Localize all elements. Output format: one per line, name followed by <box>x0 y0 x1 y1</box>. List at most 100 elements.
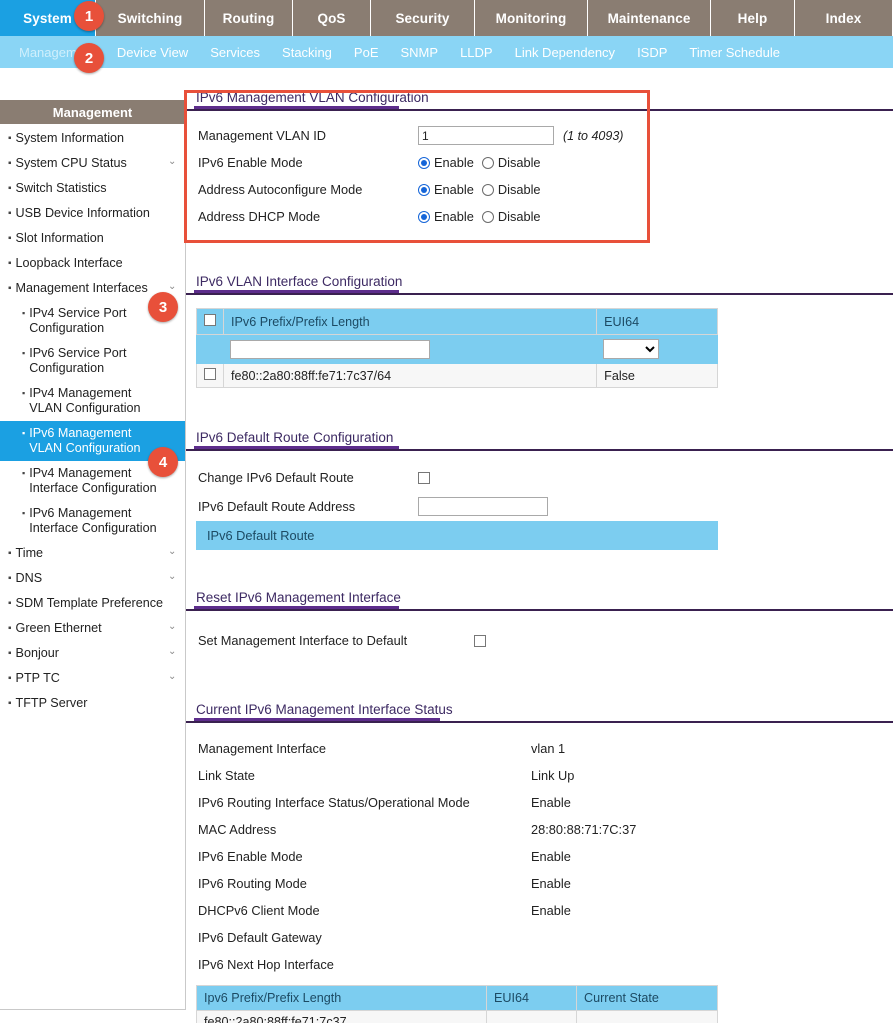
sidebar-item-green-ethernet[interactable]: ▪ Green Ethernet ⌄ <box>0 616 185 641</box>
chevron-down-icon[interactable]: ⌄ <box>168 547 177 557</box>
address-dhcp-mode-enable-radio[interactable]: Enable <box>418 209 474 224</box>
sidebar-item-system-cpu-status[interactable]: ▪ System CPU Status ⌄ <box>0 151 185 176</box>
sidebar-item-ipv4-management-vlan-configuration[interactable]: ▪ IPv4 Management VLAN Configuration <box>0 381 185 421</box>
section-ipv6-vlan-interface-config: IPv6 VLAN Interface Configuration IPv6 P… <box>186 274 893 388</box>
bullet-icon: ▪ <box>8 648 12 659</box>
chevron-down-icon[interactable]: ⌄ <box>168 282 177 292</box>
status-row: IPv6 Default Gateway <box>186 924 893 951</box>
ipv6-enable-mode-enable-radio[interactable]: Enable <box>418 155 474 170</box>
address-autoconfigure-disable-radio[interactable]: Disable <box>481 182 541 197</box>
status-row: MAC Address 28:80:88:71:7C:37 <box>186 816 893 843</box>
bullet-icon: ▪ <box>8 283 12 294</box>
subnav-item-poe[interactable]: PoE <box>343 45 390 60</box>
address-autoconfigure-enable-radio[interactable]: Enable <box>418 182 474 197</box>
sidebar-item-label: IPv6 Management VLAN Configuration <box>29 426 141 455</box>
status-row-value: Link Up <box>531 768 575 783</box>
status-row-value: 28:80:88:71:7C:37 <box>531 822 637 837</box>
management-vlan-id-input[interactable] <box>418 126 554 145</box>
nav-tab-index[interactable]: Index <box>795 0 893 36</box>
sidebar-item-label: Green Ethernet <box>15 621 102 635</box>
subnav-item-device-view[interactable]: Device View <box>106 45 199 60</box>
subnav-item-isdp[interactable]: ISDP <box>626 45 678 60</box>
sidebar-item-sdm-template-preference[interactable]: ▪ SDM Template Preference <box>0 591 185 616</box>
bullet-icon: ▪ <box>22 508 26 518</box>
status-row: IPv6 Enable Mode Enable <box>186 843 893 870</box>
nav-tab-label: Help <box>737 10 768 26</box>
radio-dot-icon <box>418 156 430 169</box>
field-label: Address Autoconfigure Mode <box>198 182 363 197</box>
sidebar-item-system-information[interactable]: ▪ System Information <box>0 126 185 151</box>
set-management-interface-default-checkbox[interactable] <box>474 634 486 647</box>
sidebar-item-label: Loopback Interface <box>15 256 123 270</box>
nav-tab-routing[interactable]: Routing <box>205 0 293 36</box>
column-header-eui64: EUI64 <box>486 985 577 1011</box>
sidebar-item-bonjour[interactable]: ▪ Bonjour ⌄ <box>0 641 185 666</box>
chevron-down-icon[interactable]: ⌄ <box>168 572 177 582</box>
field-address-autoconfigure-mode: Address Autoconfigure Mode Enable Disabl… <box>186 176 893 203</box>
address-dhcp-mode-radio-group: Enable Disable <box>418 209 549 224</box>
status-row-value: Enable <box>531 795 571 810</box>
bullet-icon: ▪ <box>22 308 26 318</box>
nav-tab-qos[interactable]: QoS <box>293 0 371 36</box>
change-ipv6-default-route-checkbox[interactable] <box>418 471 430 484</box>
subnav-item-services[interactable]: Services <box>199 45 271 60</box>
select-all-checkbox[interactable] <box>204 314 216 326</box>
sidebar-item-dns[interactable]: ▪ DNS ⌄ <box>0 566 185 591</box>
subnav-item-timer-schedule[interactable]: Timer Schedule <box>678 45 791 60</box>
step-badge-2: 2 <box>74 43 104 73</box>
sidebar-item-ipv6-management-interface-configuration[interactable]: ▪ IPv6 Management Interface Configuration <box>0 501 185 541</box>
chevron-down-icon[interactable]: ⌄ <box>168 647 177 657</box>
chevron-down-icon[interactable]: ⌄ <box>168 157 177 167</box>
section-title: Current IPv6 Management Interface Status <box>186 702 893 721</box>
sidebar-item-label: Switch Statistics <box>15 181 107 195</box>
sidebar-item-ptp-tc[interactable]: ▪ PTP TC ⌄ <box>0 666 185 691</box>
filter-spacer-cell <box>196 334 224 364</box>
table-row[interactable]: fe80::2a80:88ff:fe71:7c37/64 False <box>196 363 718 388</box>
sidebar-item-usb-device-information[interactable]: ▪ USB Device Information <box>0 201 185 226</box>
row-select-checkbox[interactable] <box>204 368 216 380</box>
subnav-item-link-dependency[interactable]: Link Dependency <box>504 45 626 60</box>
bullet-icon: ▪ <box>8 573 12 584</box>
nav-tab-security[interactable]: Security <box>371 0 475 36</box>
nav-tab-monitoring[interactable]: Monitoring <box>475 0 588 36</box>
page-root: System Switching Routing QoS Security Monitor… <box>0 0 893 1023</box>
radio-label: Disable <box>497 182 541 197</box>
ipv6-default-route-address-input[interactable] <box>418 496 548 516</box>
chevron-down-icon[interactable]: ⌄ <box>168 622 177 632</box>
current-ipv6-prefix-table: Ipv6 Prefix/Prefix Length EUI64 Current … <box>196 985 718 1023</box>
status-row-label: IPv6 Routing Mode <box>198 876 307 891</box>
sidebar-header: Management <box>0 100 185 124</box>
ipv6-enable-mode-disable-radio[interactable]: Disable <box>481 155 541 170</box>
sidebar-item-slot-information[interactable]: ▪ Slot Information <box>0 226 185 251</box>
bullet-icon: ▪ <box>8 548 12 559</box>
sidebar-item-switch-statistics[interactable]: ▪ Switch Statistics <box>0 176 185 201</box>
address-dhcp-mode-disable-radio[interactable]: Disable <box>481 209 541 224</box>
sidebar-item-ipv6-service-port-configuration[interactable]: ▪ IPv6 Service Port Configuration <box>0 341 185 381</box>
section-title: IPv6 VLAN Interface Configuration <box>186 274 893 293</box>
sidebar-item-label: IPv6 Management Interface Configuration <box>29 506 157 535</box>
sidebar-item-time[interactable]: ▪ Time ⌄ <box>0 541 185 566</box>
sidebar-item-tftp-server[interactable]: ▪ TFTP Server <box>0 691 185 716</box>
filter-prefix-input[interactable] <box>230 339 430 359</box>
sidebar-item-loopback-interface[interactable]: ▪ Loopback Interface <box>0 251 185 276</box>
ipv6-vlan-interface-table: IPv6 Prefix/Prefix Length EUI64 TrueFals… <box>196 308 718 388</box>
chevron-down-icon[interactable]: ⌄ <box>168 672 177 682</box>
subnav-item-snmp[interactable]: SNMP <box>390 45 450 60</box>
field-label: Management VLAN ID <box>198 128 327 143</box>
field-label: Set Management Interface to Default <box>198 633 408 648</box>
sidebar-item-label: IPv4 Service Port Configuration <box>29 306 127 335</box>
cell-eui64: False <box>596 363 718 388</box>
bullet-icon: ▪ <box>8 233 12 244</box>
nav-tab-label: Maintenance <box>607 10 691 26</box>
section-title-text: IPv6 Default Route Configuration <box>196 430 394 445</box>
sidebar-item-label: Slot Information <box>15 231 104 245</box>
nav-tab-maintenance[interactable]: Maintenance <box>588 0 711 36</box>
filter-eui64-select[interactable]: TrueFalse <box>603 339 660 359</box>
field-label: Change IPv6 Default Route <box>198 470 354 485</box>
nav-tab-help[interactable]: Help <box>711 0 795 36</box>
subnav-item-stacking[interactable]: Stacking <box>271 45 343 60</box>
table-filter-row: TrueFalse <box>196 334 718 364</box>
subnav-item-lldp[interactable]: LLDP <box>449 45 504 60</box>
nav-tab-switching[interactable]: Switching <box>96 0 205 36</box>
status-row-label: Management Interface <box>198 741 327 756</box>
